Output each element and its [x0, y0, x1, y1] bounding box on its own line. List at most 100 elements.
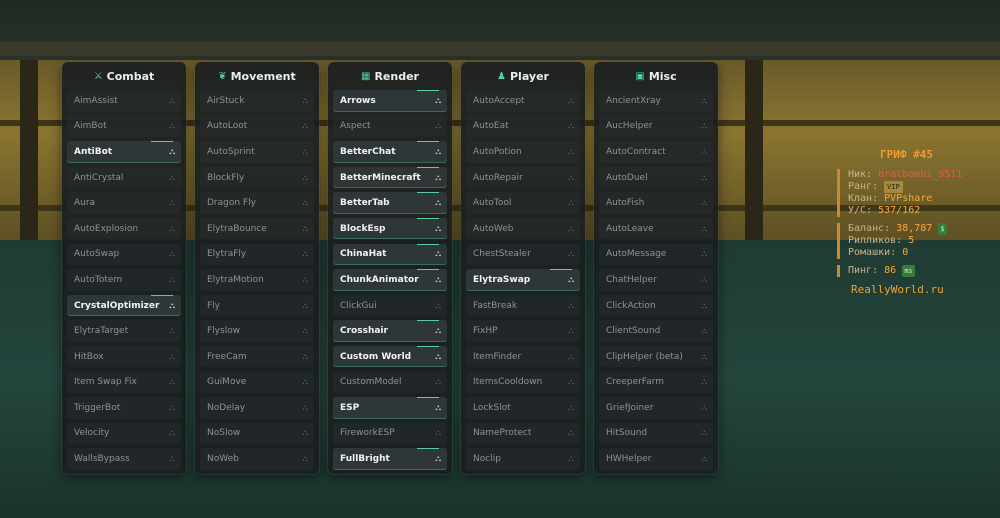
- settings-icon[interactable]: ⛬: [701, 147, 707, 157]
- settings-icon[interactable]: ⛬: [435, 249, 441, 259]
- settings-icon[interactable]: ⛬: [701, 275, 707, 285]
- settings-icon[interactable]: ⛬: [169, 275, 175, 285]
- panel-header-player[interactable]: ♟ Player: [461, 62, 585, 90]
- settings-icon[interactable]: ⛬: [169, 224, 175, 234]
- settings-icon[interactable]: ⛬: [568, 275, 574, 285]
- module-toggle[interactable]: AucHelper ⛬: [599, 115, 713, 138]
- settings-icon[interactable]: ⛬: [568, 301, 574, 311]
- settings-icon[interactable]: ⛬: [568, 403, 574, 413]
- module-toggle[interactable]: GriefJoiner ⛬: [599, 397, 713, 419]
- module-toggle[interactable]: AutoWeb ⛬: [466, 217, 580, 240]
- module-toggle[interactable]: NoSlow ⛬: [200, 422, 314, 445]
- settings-icon[interactable]: ⛬: [568, 147, 574, 157]
- module-toggle[interactable]: BetterTab ⛬: [333, 192, 447, 214]
- settings-icon[interactable]: ⛬: [568, 96, 574, 106]
- settings-icon[interactable]: ⛬: [169, 377, 175, 387]
- settings-icon[interactable]: ⛬: [701, 224, 707, 234]
- module-toggle[interactable]: Custom World ⛬: [333, 345, 447, 368]
- module-toggle[interactable]: LockSlot ⛬: [466, 397, 580, 419]
- module-toggle[interactable]: AutoDuel ⛬: [599, 166, 713, 189]
- module-toggle[interactable]: NameProtect ⛬: [466, 422, 580, 445]
- settings-icon[interactable]: ⛬: [701, 301, 707, 311]
- module-toggle[interactable]: AimBot ⛬: [67, 115, 181, 138]
- settings-icon[interactable]: ⛬: [302, 428, 308, 438]
- settings-icon[interactable]: ⛬: [701, 198, 707, 208]
- settings-icon[interactable]: ⛬: [302, 173, 308, 183]
- module-toggle[interactable]: AutoExplosion ⛬: [67, 217, 181, 240]
- settings-icon[interactable]: ⛬: [169, 301, 175, 311]
- settings-icon[interactable]: ⛬: [435, 121, 441, 131]
- module-toggle[interactable]: ClientSound ⛬: [599, 320, 713, 342]
- module-toggle[interactable]: GuiMove ⛬: [200, 371, 314, 394]
- module-toggle[interactable]: ChatHelper ⛬: [599, 269, 713, 291]
- module-toggle[interactable]: AutoMessage ⛬: [599, 243, 713, 266]
- settings-icon[interactable]: ⛬: [435, 224, 441, 234]
- panel-header-combat[interactable]: ⚔ Combat: [62, 62, 186, 90]
- module-toggle[interactable]: ElytraTarget ⛬: [67, 320, 181, 342]
- module-toggle[interactable]: TriggerBot ⛬: [67, 397, 181, 419]
- module-toggle[interactable]: Flyslow ⛬: [200, 320, 314, 342]
- settings-icon[interactable]: ⛬: [568, 428, 574, 438]
- module-toggle[interactable]: AntiCrystal ⛬: [67, 166, 181, 189]
- panel-header-movement[interactable]: ❦ Movement: [195, 62, 319, 90]
- module-toggle[interactable]: AutoEat ⛬: [466, 115, 580, 138]
- module-toggle[interactable]: ItemFinder ⛬: [466, 345, 580, 368]
- settings-icon[interactable]: ⛬: [302, 198, 308, 208]
- module-toggle[interactable]: HWHelper ⛬: [599, 448, 713, 470]
- settings-icon[interactable]: ⛬: [169, 121, 175, 131]
- module-toggle[interactable]: ClipHelper (beta) ⛬: [599, 345, 713, 368]
- module-toggle[interactable]: AutoLoot ⛬: [200, 115, 314, 138]
- settings-icon[interactable]: ⛬: [435, 96, 441, 106]
- settings-icon[interactable]: ⛬: [568, 326, 574, 336]
- module-toggle[interactable]: FastBreak ⛬: [466, 294, 580, 317]
- settings-icon[interactable]: ⛬: [701, 403, 707, 413]
- settings-icon[interactable]: ⛬: [701, 96, 707, 106]
- module-toggle[interactable]: AncientXray ⛬: [599, 90, 713, 112]
- settings-icon[interactable]: ⛬: [568, 454, 574, 464]
- module-toggle[interactable]: HitSound ⛬: [599, 422, 713, 445]
- module-toggle[interactable]: ElytraBounce ⛬: [200, 217, 314, 240]
- settings-icon[interactable]: ⛬: [701, 173, 707, 183]
- module-toggle[interactable]: AutoPotion ⛬: [466, 141, 580, 163]
- settings-icon[interactable]: ⛬: [302, 224, 308, 234]
- module-toggle[interactable]: ChinaHat ⛬: [333, 243, 447, 266]
- settings-icon[interactable]: ⛬: [568, 173, 574, 183]
- settings-icon[interactable]: ⛬: [701, 249, 707, 259]
- settings-icon[interactable]: ⛬: [435, 352, 441, 362]
- settings-icon[interactable]: ⛬: [701, 352, 707, 362]
- module-toggle[interactable]: Fly ⛬: [200, 294, 314, 317]
- module-toggle[interactable]: AutoSwap ⛬: [67, 243, 181, 266]
- module-toggle[interactable]: AutoAccept ⛬: [466, 90, 580, 112]
- settings-icon[interactable]: ⛬: [568, 198, 574, 208]
- module-toggle[interactable]: AimAssist ⛬: [67, 90, 181, 112]
- settings-icon[interactable]: ⛬: [435, 326, 441, 336]
- module-toggle[interactable]: AirStuck ⛬: [200, 90, 314, 112]
- settings-icon[interactable]: ⛬: [169, 249, 175, 259]
- module-toggle[interactable]: ESP ⛬: [333, 397, 447, 419]
- module-toggle[interactable]: AntiBot ⛬: [67, 141, 181, 163]
- module-toggle[interactable]: AutoContract ⛬: [599, 141, 713, 163]
- module-toggle[interactable]: ItemsCooldown ⛬: [466, 371, 580, 394]
- settings-icon[interactable]: ⛬: [435, 403, 441, 413]
- settings-icon[interactable]: ⛬: [435, 428, 441, 438]
- module-toggle[interactable]: ElytraMotion ⛬: [200, 269, 314, 291]
- module-toggle[interactable]: AutoLeave ⛬: [599, 217, 713, 240]
- module-toggle[interactable]: ElytraSwap ⛬: [466, 269, 580, 291]
- settings-icon[interactable]: ⛬: [302, 96, 308, 106]
- settings-icon[interactable]: ⛬: [435, 173, 441, 183]
- settings-icon[interactable]: ⛬: [435, 454, 441, 464]
- module-toggle[interactable]: Noclip ⛬: [466, 448, 580, 470]
- module-toggle[interactable]: CustomModel ⛬: [333, 371, 447, 394]
- settings-icon[interactable]: ⛬: [302, 275, 308, 285]
- module-toggle[interactable]: BlockEsp ⛬: [333, 217, 447, 240]
- module-toggle[interactable]: AutoFish ⛬: [599, 192, 713, 214]
- module-toggle[interactable]: BetterMinecraft ⛬: [333, 166, 447, 189]
- settings-icon[interactable]: ⛬: [169, 198, 175, 208]
- module-toggle[interactable]: FreeCam ⛬: [200, 345, 314, 368]
- module-toggle[interactable]: Aura ⛬: [67, 192, 181, 214]
- module-toggle[interactable]: FireworkESP ⛬: [333, 422, 447, 445]
- settings-icon[interactable]: ⛬: [701, 377, 707, 387]
- settings-icon[interactable]: ⛬: [435, 147, 441, 157]
- settings-icon[interactable]: ⛬: [302, 121, 308, 131]
- module-toggle[interactable]: Velocity ⛬: [67, 422, 181, 445]
